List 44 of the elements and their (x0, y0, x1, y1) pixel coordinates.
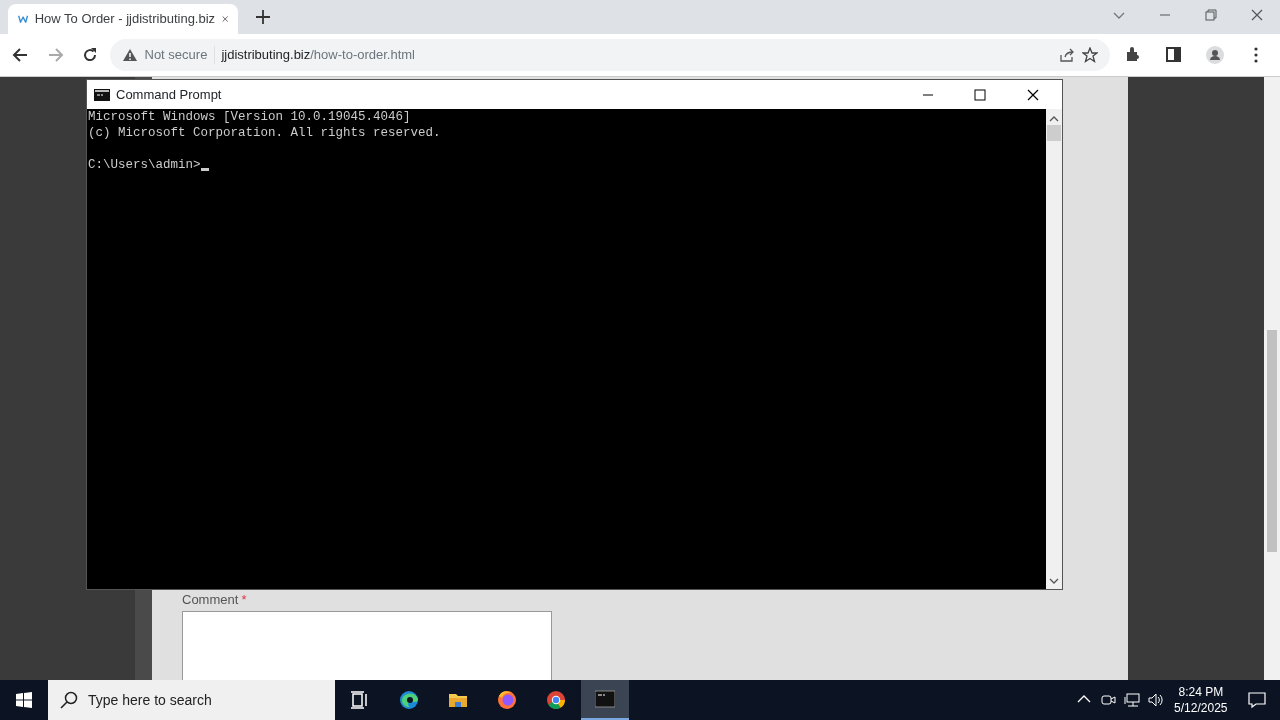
notification-icon[interactable] (1248, 691, 1266, 709)
edge-icon (399, 690, 419, 710)
network-icon[interactable] (1123, 692, 1140, 708)
clock[interactable]: 8:24 PM 5/12/2025 (1174, 684, 1228, 716)
star-icon[interactable] (1081, 47, 1098, 63)
volume-icon[interactable] (1147, 692, 1164, 708)
console-line: (c) Microsoft Corporation. All rights reserved. (88, 125, 442, 141)
scroll-thumb[interactable] (1047, 125, 1061, 141)
text-cursor (200, 168, 209, 171)
window-title: Command Prompt (116, 85, 223, 104)
clock-date: 5/12/2025 (1174, 700, 1228, 716)
scroll-down-icon[interactable] (1049, 577, 1059, 585)
scrollbar[interactable] (1264, 77, 1280, 680)
maximize-icon[interactable] (974, 88, 986, 101)
restore-icon[interactable] (1204, 8, 1218, 22)
url-text: jjdistributing.biz/how-to-order.html (221, 46, 415, 65)
firefox-icon (497, 690, 517, 710)
field-label: Comment (182, 592, 239, 607)
console-line: Microsoft Windows [Version 10.0.19045.4046] (88, 109, 412, 125)
new-tab-icon[interactable] (256, 10, 270, 24)
clock-time: 8:24 PM (1178, 684, 1224, 700)
console-icon (595, 689, 615, 709)
chrome-icon (546, 690, 566, 710)
prompt-text: C:\Users\admin> (88, 157, 201, 173)
search-icon (60, 691, 78, 709)
side-panel-icon[interactable] (1165, 46, 1184, 64)
comment-field[interactable] (182, 610, 552, 680)
windows-logo-icon (16, 692, 32, 708)
scroll-up-icon[interactable] (1049, 115, 1059, 123)
address-bar[interactable]: Not secure jjdistributing.biz/how-to-order.html (110, 39, 1110, 71)
console-icon (93, 88, 110, 101)
warning-icon (122, 48, 138, 62)
search-field[interactable]: Type here to search (48, 680, 335, 720)
camera-icon[interactable] (1099, 692, 1116, 708)
share-icon[interactable] (1059, 47, 1075, 63)
security-label: Not secure (144, 46, 208, 65)
scrollbar[interactable] (1046, 109, 1062, 589)
required-asterisk: * (241, 592, 247, 607)
close-icon[interactable] (1026, 88, 1039, 101)
avatar-icon[interactable] (1206, 46, 1225, 64)
console-taskbar-button[interactable] (581, 680, 629, 720)
task-view-icon (350, 690, 370, 710)
browser-tab[interactable]: How To Order - jjdistributing.biz (8, 4, 238, 34)
back-icon[interactable] (11, 46, 30, 64)
